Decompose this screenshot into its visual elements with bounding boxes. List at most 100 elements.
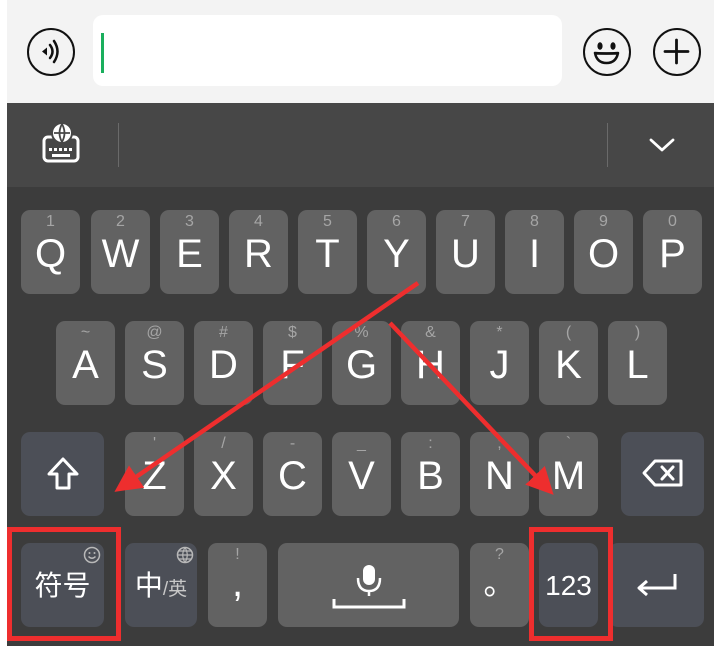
key-label: G bbox=[345, 343, 378, 387]
key-j[interactable]: * J bbox=[470, 321, 529, 405]
key-sub-label: _ bbox=[357, 435, 366, 452]
key-label: U bbox=[451, 232, 480, 276]
key-sub-label: 9 bbox=[599, 213, 608, 230]
key-label: B bbox=[417, 454, 444, 498]
key-sub-label: # bbox=[219, 324, 228, 341]
key-v[interactable]: _ V bbox=[332, 432, 391, 516]
key-u[interactable]: 7U bbox=[436, 210, 495, 294]
comma-key[interactable]: ! , bbox=[208, 543, 267, 627]
key-d[interactable]: # D bbox=[194, 321, 253, 405]
key-m[interactable]: ` M bbox=[539, 432, 598, 516]
key-n[interactable]: ; N bbox=[470, 432, 529, 516]
toolbar-divider bbox=[118, 123, 119, 167]
key-label: P bbox=[659, 232, 686, 276]
message-input[interactable] bbox=[93, 15, 562, 86]
backspace-key[interactable] bbox=[621, 432, 704, 516]
keyboard-settings-globe-icon[interactable] bbox=[41, 121, 81, 165]
key-sub-label: - bbox=[289, 435, 296, 452]
key-label: N bbox=[485, 454, 514, 498]
key-label: A bbox=[72, 343, 99, 387]
key-label: 。 bbox=[483, 565, 516, 601]
key-label: C bbox=[278, 454, 307, 498]
input-bar bbox=[7, 0, 714, 103]
key-sub-label: ) bbox=[634, 324, 641, 341]
plus-icon[interactable] bbox=[653, 28, 701, 76]
language-switch-key[interactable]: 中/英 bbox=[125, 543, 197, 627]
key-sub-label: 0 bbox=[668, 213, 677, 230]
key-sub-label: 5 bbox=[323, 213, 332, 230]
key-label: S bbox=[141, 343, 168, 387]
key-z[interactable]: ' Z bbox=[125, 432, 184, 516]
key-label: Q bbox=[34, 232, 67, 276]
voice-icon[interactable] bbox=[27, 28, 75, 76]
language-key-label: 中/英 bbox=[125, 571, 197, 605]
key-b[interactable]: :B bbox=[401, 432, 460, 516]
shift-arrow-icon bbox=[47, 457, 79, 490]
key-label: L bbox=[626, 343, 649, 387]
key-sub-label: 1 bbox=[46, 213, 55, 230]
key-sub-label: 6 bbox=[392, 213, 401, 230]
key-label: K bbox=[555, 343, 582, 387]
key-q[interactable]: 1Q bbox=[21, 210, 80, 294]
key-r[interactable]: 4R bbox=[229, 210, 288, 294]
key-f[interactable]: $ F bbox=[263, 321, 322, 405]
space-key[interactable] bbox=[278, 543, 459, 627]
key-sub-label: 7 bbox=[461, 213, 470, 230]
key-l[interactable]: ) L bbox=[608, 321, 667, 405]
key-label: V bbox=[348, 454, 375, 498]
keyboard-toolbar bbox=[7, 103, 714, 187]
lang-sub-label: /英 bbox=[162, 579, 188, 600]
highlight-numbers-key bbox=[529, 527, 613, 641]
key-y[interactable]: 6Y bbox=[367, 210, 426, 294]
key-sub-label: / bbox=[221, 435, 226, 452]
key-sub-label: 3 bbox=[185, 213, 194, 230]
highlight-symbols-key bbox=[7, 527, 121, 641]
key-sub-label: % bbox=[354, 324, 369, 341]
key-label: , bbox=[231, 561, 244, 605]
microphone-icon bbox=[332, 565, 406, 609]
lang-main-label: 中 bbox=[134, 570, 163, 601]
key-o[interactable]: 9O bbox=[574, 210, 633, 294]
toolbar-divider bbox=[607, 123, 608, 167]
key-sub-label: 4 bbox=[254, 213, 263, 230]
key-sub-label: 2 bbox=[116, 213, 125, 230]
enter-key[interactable] bbox=[609, 543, 704, 627]
key-label: J bbox=[489, 343, 510, 387]
backspace-icon bbox=[642, 459, 683, 487]
key-label: R bbox=[244, 232, 273, 276]
key-k[interactable]: (K bbox=[539, 321, 598, 405]
key-a[interactable]: ~ A bbox=[56, 321, 115, 405]
key-sub-label: ~ bbox=[80, 324, 91, 341]
key-x[interactable]: / X bbox=[194, 432, 253, 516]
enter-arrow-icon bbox=[637, 574, 677, 597]
key-sub-label: ; bbox=[497, 435, 502, 452]
key-label: Y bbox=[383, 232, 410, 276]
key-sub-label: ' bbox=[152, 435, 157, 452]
emoji-icon[interactable] bbox=[583, 28, 631, 76]
period-key[interactable]: ? 。 bbox=[470, 543, 529, 627]
key-label: X bbox=[210, 454, 237, 498]
key-p[interactable]: 0P bbox=[643, 210, 702, 294]
key-h[interactable]: & H bbox=[401, 321, 460, 405]
key-w[interactable]: 2W bbox=[91, 210, 150, 294]
text-caret bbox=[101, 33, 104, 73]
globe-icon bbox=[176, 546, 194, 564]
key-sub-label: * bbox=[496, 324, 503, 341]
shift-key[interactable] bbox=[21, 432, 104, 516]
key-sub-label: ? bbox=[495, 546, 504, 563]
key-sub-label: ( bbox=[565, 324, 572, 341]
key-label: H bbox=[416, 343, 445, 387]
chevron-down-icon[interactable] bbox=[647, 135, 677, 155]
key-i[interactable]: 8I bbox=[505, 210, 564, 294]
key-g[interactable]: % G bbox=[332, 321, 391, 405]
key-t[interactable]: 5T bbox=[298, 210, 357, 294]
key-sub-label: $ bbox=[288, 324, 297, 341]
key-sub-label: ` bbox=[565, 435, 572, 452]
key-label: F bbox=[280, 343, 305, 387]
key-e[interactable]: 3E bbox=[160, 210, 219, 294]
key-label: Z bbox=[142, 454, 167, 498]
key-c[interactable]: -C bbox=[263, 432, 322, 516]
key-sub-label: 8 bbox=[530, 213, 539, 230]
key-s[interactable]: @ S bbox=[125, 321, 184, 405]
key-label: W bbox=[101, 232, 140, 276]
